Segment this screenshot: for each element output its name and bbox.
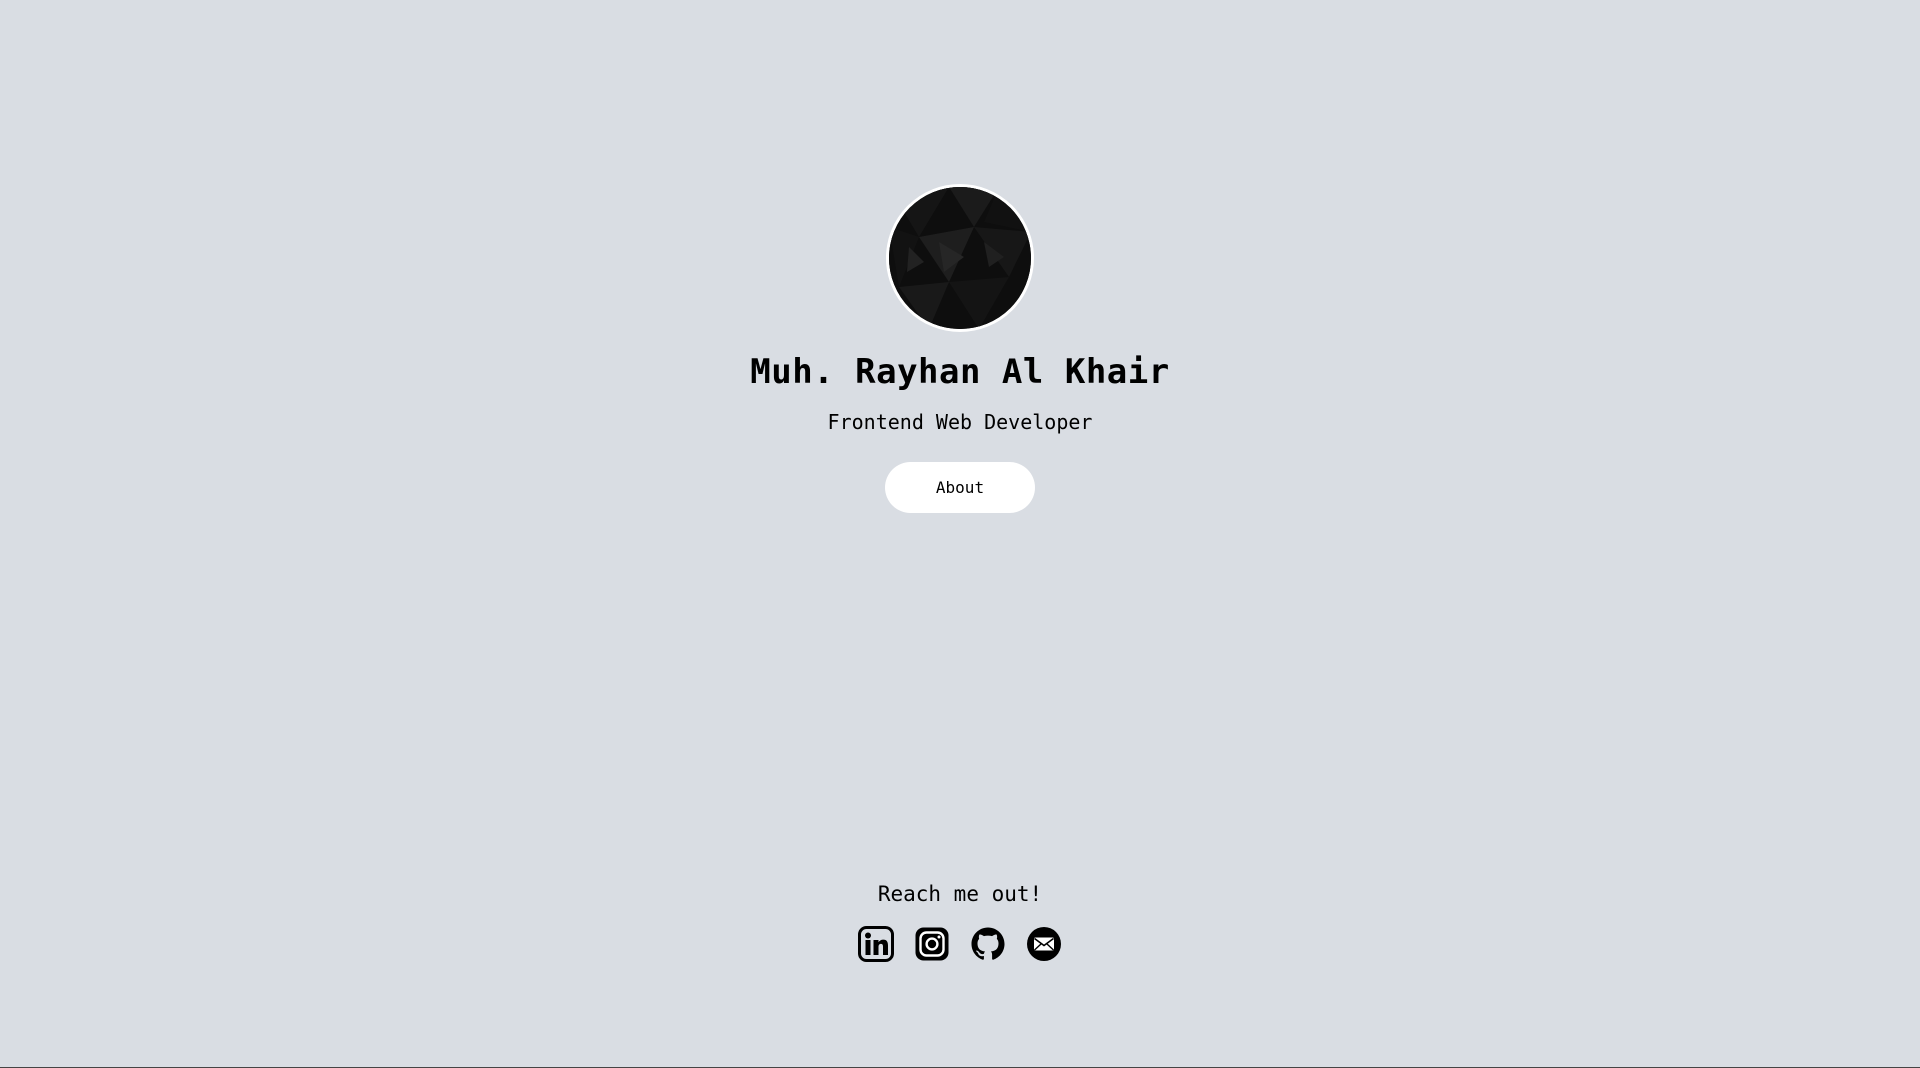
profile-name: Muh. Rayhan Al Khair: [750, 352, 1170, 392]
github-icon: [971, 927, 1005, 960]
contact-heading: Reach me out!: [877, 882, 1043, 906]
contact-section: Reach me out!: [0, 880, 1920, 962]
social-links: [858, 926, 1062, 962]
linkedin-link[interactable]: [858, 926, 894, 962]
instagram-icon: [915, 927, 949, 961]
profile-section: Muh. Rayhan Al Khair Frontend Web Develo…: [0, 184, 1920, 513]
email-icon: [1027, 927, 1061, 961]
instagram-link[interactable]: [914, 926, 950, 962]
about-button[interactable]: About: [885, 462, 1035, 513]
avatar: [886, 184, 1034, 332]
profile-role: Frontend Web Developer: [827, 410, 1093, 434]
github-link[interactable]: [970, 926, 1006, 962]
avatar-image: [889, 187, 1031, 329]
linkedin-icon: [858, 926, 894, 962]
email-link[interactable]: [1026, 926, 1062, 962]
